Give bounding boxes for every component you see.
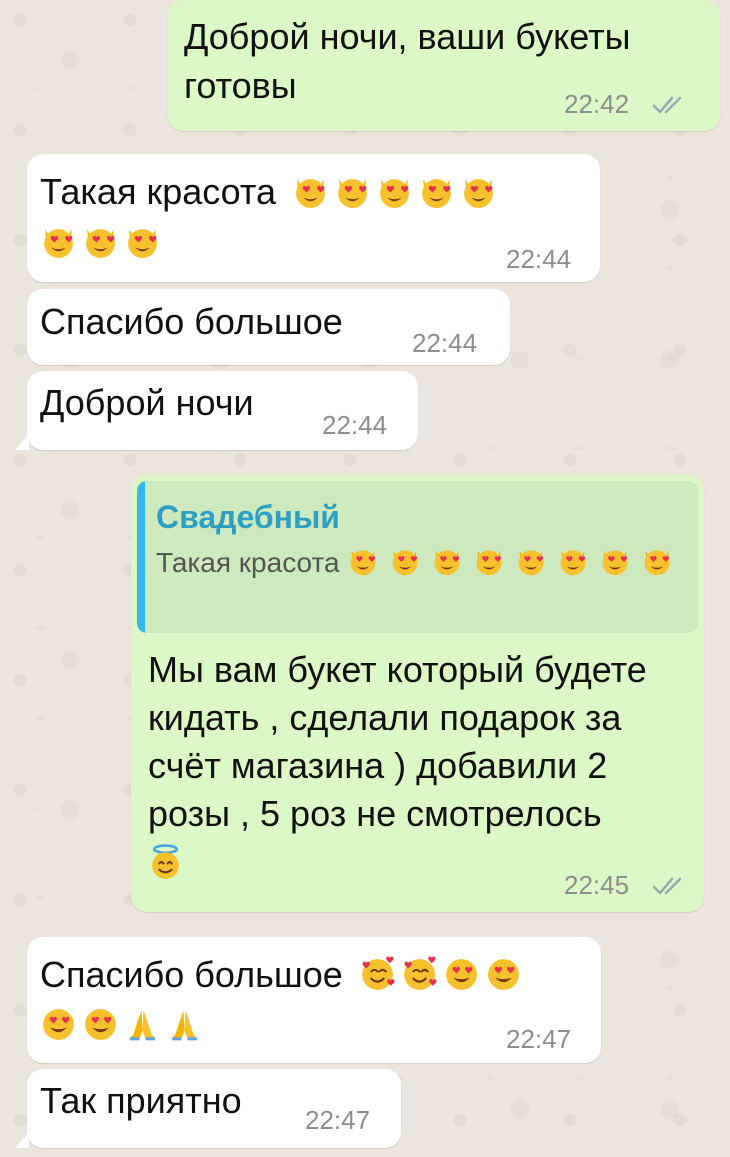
double-check-read-icon [652, 96, 682, 114]
message-text: Мы вам букет который будете кидать , сде… [148, 649, 647, 834]
heart-eyes-cat-icon [40, 223, 77, 260]
folded-hands-icon [124, 1006, 161, 1043]
heart-eyes-icon [40, 1006, 77, 1043]
message-bubble-incoming[interactable]: Спасибо большое 22:47 [27, 937, 601, 1063]
heart-eyes-cat-icon [334, 173, 371, 210]
message-text: Спасибо большое [40, 954, 343, 995]
emoji-run [359, 954, 527, 995]
quote-text-block: Такая красота [156, 542, 691, 584]
message-bubble-incoming[interactable]: Такая красота 22:44 [27, 154, 600, 282]
heart-eyes-cat-icon [418, 173, 455, 210]
heart-eyes-icon [443, 956, 480, 993]
message-time: 22:47 [305, 1105, 371, 1135]
quote-author: Свадебный [156, 499, 340, 535]
emoji-run [147, 842, 189, 883]
message-time: 22:44 [412, 328, 478, 358]
message-bubble-incoming[interactable]: Спасибо большое 22:44 [27, 289, 510, 365]
heart-eyes-cat-icon [389, 545, 421, 577]
heart-eyes-cat-icon [473, 545, 505, 577]
emoji-run [292, 171, 502, 212]
message-bubble-incoming[interactable]: Доброй ночи 22:44 [15, 371, 418, 450]
message-line-1: Такая красота [40, 168, 502, 216]
message-emoji-line [147, 839, 189, 887]
heart-eyes-cat-icon [515, 545, 547, 577]
heart-eyes-icon [485, 956, 522, 993]
message-time: 22:42 [564, 89, 630, 119]
message-text: Доброй ночи [40, 382, 254, 423]
smiling-face-with-hearts-icon [359, 956, 396, 993]
message-line-2 [40, 1001, 208, 1049]
message-text: Спасибо большое [40, 301, 343, 342]
heart-eyes-cat-icon [460, 173, 497, 210]
message-time: 22:47 [506, 1024, 572, 1054]
emoji-run [40, 221, 166, 262]
heart-eyes-cat-icon [557, 545, 589, 577]
quote-text: Такая красота [156, 547, 340, 578]
heart-eyes-cat-icon [599, 545, 631, 577]
heart-eyes-cat-icon [431, 545, 463, 577]
heart-eyes-icon [82, 1006, 119, 1043]
smiling-face-with-hearts-icon [401, 956, 438, 993]
message-line-1: Спасибо большое [40, 951, 527, 999]
message-time: 22:45 [564, 870, 630, 900]
heart-eyes-cat-icon [641, 545, 673, 577]
folded-hands-icon [166, 1006, 203, 1043]
heart-eyes-cat-icon [82, 223, 119, 260]
message-time: 22:44 [506, 244, 572, 274]
message-bubble-incoming[interactable]: Так приятно 22:47 [15, 1069, 401, 1148]
emoji-run [40, 1004, 208, 1045]
quoted-message[interactable]: Свадебный Такая красота [137, 481, 698, 633]
quote-accent-bar [137, 481, 145, 633]
heart-eyes-cat-icon [376, 173, 413, 210]
message-text: Так приятно [40, 1080, 242, 1121]
heart-eyes-cat-icon [124, 223, 161, 260]
double-check-read-icon [652, 877, 682, 895]
message-bubble-outgoing[interactable]: Доброй ночи, ваши букеты готовы 22:42 [168, 0, 720, 131]
emoji-run [347, 547, 683, 578]
heart-eyes-cat-icon [347, 545, 379, 577]
smiling-face-with-halo-icon [147, 844, 184, 881]
heart-eyes-cat-icon [292, 173, 329, 210]
message-bubble-outgoing-reply[interactable]: Свадебный Такая красота Мы вам букет кот… [131, 475, 704, 912]
message-text: Такая красота [40, 171, 276, 212]
message-time: 22:44 [322, 410, 388, 440]
message-line-2 [40, 218, 166, 266]
